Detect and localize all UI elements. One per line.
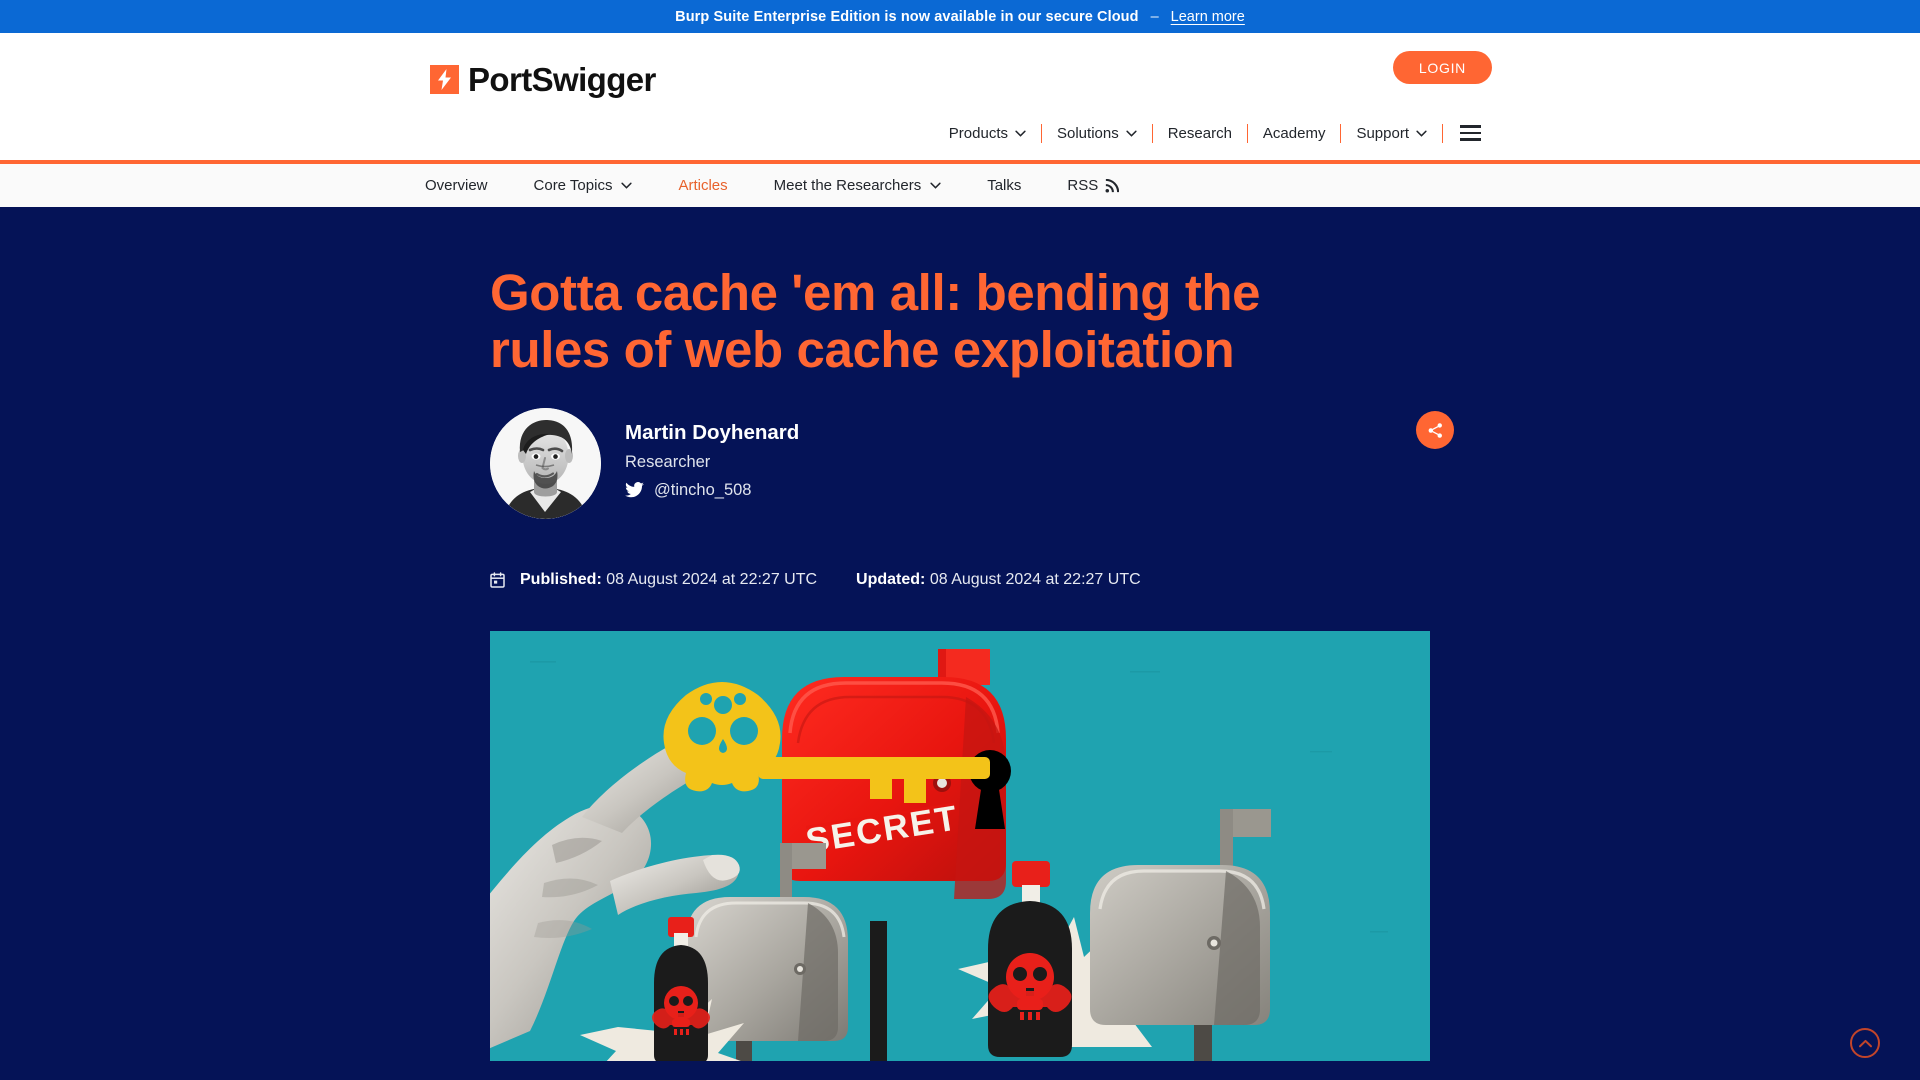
- chevron-down-icon: [1015, 130, 1026, 137]
- published-label: Published:: [520, 571, 602, 589]
- page-title: Gotta cache 'em all: bending the rules o…: [490, 264, 1261, 379]
- updated-date: Updated: 08 August 2024 at 22:27 UTC: [856, 571, 1141, 589]
- nav-item-products[interactable]: Products: [934, 125, 1041, 142]
- sidebar-item-articles[interactable]: Articles: [655, 177, 750, 194]
- nav-item-academy-label: Academy: [1262, 124, 1326, 142]
- sidebar-item-core-topics[interactable]: Core Topics: [511, 177, 656, 194]
- portswigger-wordmark: PortSwigger: [468, 61, 656, 98]
- author-twitter-handle: @tincho_508: [654, 480, 752, 499]
- subnav-core-topics-label: Core Topics: [533, 177, 613, 194]
- chevron-down-icon: [930, 182, 941, 189]
- promo-banner-text: Burp Suite Enterprise Edition is now ava…: [675, 8, 1139, 25]
- login-button[interactable]: LOGIN: [1392, 51, 1492, 84]
- article-dates: Published: 08 August 2024 at 22:27 UTC U…: [490, 571, 1430, 589]
- web-cache-poisoning-illustration: SECRET: [490, 631, 1430, 1062]
- sidebar-item-meet-the-researchers[interactable]: Meet the Researchers: [751, 177, 965, 194]
- chevron-up-icon: [1858, 1039, 1872, 1047]
- updated-value: 08 August 2024 at 22:27 UTC: [929, 571, 1141, 589]
- nav-item-solutions[interactable]: Solutions: [1042, 125, 1152, 142]
- nav-item-research[interactable]: Research: [1153, 125, 1247, 142]
- promo-banner: Burp Suite Enterprise Edition is now ava…: [0, 0, 1920, 33]
- main-navigation: Products Solutions Research Academy Supp…: [934, 116, 1494, 150]
- portswigger-logo[interactable]: PortSwigger: [430, 63, 656, 96]
- updated-label: Updated:: [856, 571, 926, 589]
- subnav-overview-label: Overview: [425, 177, 488, 194]
- chevron-down-icon: [1416, 130, 1427, 137]
- hamburger-menu-icon[interactable]: [1443, 125, 1494, 141]
- article-hero: Gotta cache 'em all: bending the rules o…: [0, 207, 1920, 1080]
- calendar-icon: [490, 572, 505, 588]
- sidebar-item-talks[interactable]: Talks: [964, 177, 1044, 194]
- author-block: Martin Doyhenard Researcher @tincho_508: [490, 408, 1454, 520]
- promo-learn-more-link[interactable]: Learn more: [1171, 9, 1245, 25]
- nav-item-support[interactable]: Support: [1341, 125, 1442, 142]
- lightning-bolt-icon: [430, 65, 459, 94]
- sidebar-item-overview[interactable]: Overview: [402, 177, 511, 194]
- scroll-to-top-button[interactable]: [1850, 1028, 1880, 1058]
- chevron-down-icon: [1126, 130, 1137, 137]
- nav-item-research-label: Research: [1167, 124, 1232, 142]
- chevron-down-icon: [621, 182, 633, 189]
- published-date: Published: 08 August 2024 at 22:27 UTC: [520, 571, 817, 589]
- avatar: [490, 408, 601, 520]
- author-name: Martin Doyhenard: [625, 421, 800, 445]
- subnav-articles-label: Articles: [678, 177, 728, 194]
- published-value: 08 August 2024 at 22:27 UTC: [606, 571, 818, 589]
- author-role: Researcher: [625, 452, 711, 471]
- subnav-rss-label: RSS: [1067, 177, 1099, 194]
- promo-banner-dash: –: [1150, 8, 1159, 25]
- share-nodes-icon: [1428, 422, 1442, 438]
- subnav-talks-label: Talks: [987, 177, 1022, 194]
- site-header: PortSwigger LOGIN Products Solutions Res…: [0, 33, 1920, 164]
- nav-item-solutions-label: Solutions: [1057, 124, 1119, 142]
- nav-item-products-label: Products: [948, 124, 1008, 142]
- twitter-bird-icon: [625, 482, 644, 498]
- subnav-researchers-label: Meet the Researchers: [773, 177, 922, 194]
- share-button[interactable]: [1416, 411, 1454, 450]
- author-twitter-link[interactable]: @tincho_508: [625, 481, 799, 500]
- nav-item-academy[interactable]: Academy: [1248, 125, 1341, 142]
- section-navigation: Overview Core Topics Articles Meet the R…: [0, 164, 1920, 207]
- nav-item-support-label: Support: [1356, 124, 1409, 142]
- rss-feed-icon: [1105, 178, 1120, 192]
- sidebar-item-rss[interactable]: RSS: [1044, 177, 1142, 194]
